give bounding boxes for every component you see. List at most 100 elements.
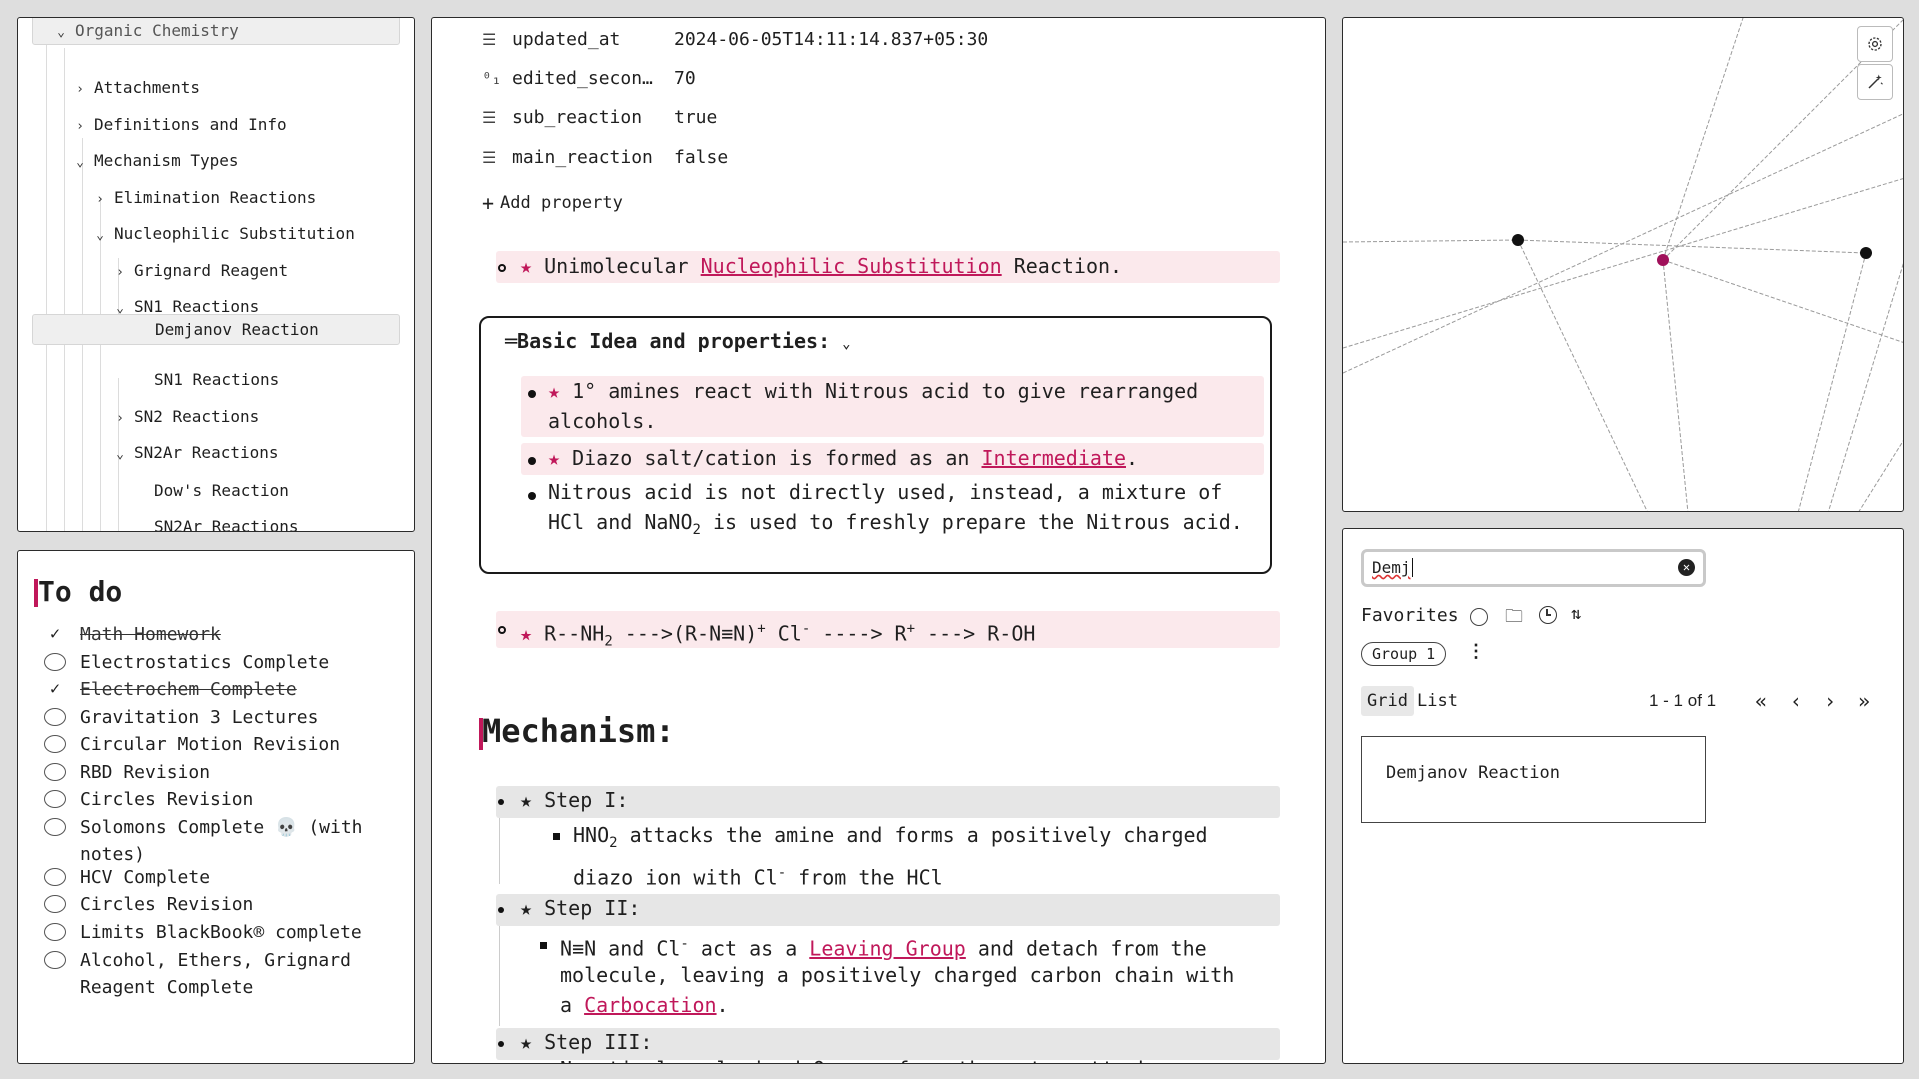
prev-page-icon[interactable]: ‹ <box>1790 686 1802 716</box>
todo-item[interactable]: Electrostatics Complete <box>44 649 396 676</box>
todo-text: Limits BlackBook® complete <box>80 922 362 943</box>
todo-checkbox[interactable] <box>44 895 66 913</box>
checkmark-icon[interactable]: ✓ <box>44 621 66 648</box>
tree-item-mechanism-types[interactable]: ⌄ Mechanism Types <box>72 146 238 176</box>
tree-item-sn1-note[interactable]: SN1 Reactions <box>154 365 279 395</box>
todo-item[interactable]: Circles Revision <box>44 891 396 918</box>
todo-text: Circles Revision <box>80 789 254 810</box>
result-card[interactable]: Demjanov Reaction <box>1361 736 1706 823</box>
tree-item-sn2ar-folder[interactable]: ⌄ SN2Ar Reactions <box>112 438 278 468</box>
clear-search-icon[interactable]: ✕ <box>1678 559 1695 576</box>
property-row[interactable]: ☰ sub_reaction true <box>482 103 717 133</box>
tab-list[interactable]: List <box>1411 686 1464 716</box>
number-icon: ⁰₁ <box>482 69 502 88</box>
todo-checkbox[interactable] <box>44 735 66 753</box>
graph-view-panel[interactable] <box>1342 17 1904 512</box>
graph-node[interactable] <box>1860 247 1872 259</box>
link-carbocation[interactable]: Carbocation <box>584 993 716 1017</box>
todo-item[interactable]: HCV Complete <box>44 864 396 891</box>
last-page-icon[interactable]: » <box>1858 686 1870 716</box>
todo-item[interactable]: Solomons Complete 💀 (with notes) <box>44 814 396 868</box>
link-leaving-group[interactable]: Leaving Group <box>809 937 966 961</box>
bullet <box>498 907 504 913</box>
first-page-icon[interactable]: « <box>1755 686 1767 716</box>
bullet <box>528 492 536 500</box>
text-cursor <box>1411 558 1413 577</box>
property-value[interactable]: 70 <box>674 64 696 94</box>
todo-item[interactable]: RBD Revision <box>44 759 396 786</box>
property-value[interactable]: false <box>674 143 728 173</box>
next-page-icon[interactable]: › <box>1824 686 1836 716</box>
tree-item-dows[interactable]: Dow's Reaction <box>154 476 289 506</box>
todo-item[interactable]: ✓ Math Homework <box>44 621 396 648</box>
bullet <box>528 390 536 398</box>
graph-edge <box>1662 259 1903 343</box>
todo-checkbox[interactable] <box>44 951 66 969</box>
property-value[interactable]: true <box>674 103 717 133</box>
bullet <box>553 833 560 840</box>
todo-checkbox[interactable] <box>44 708 66 726</box>
callout-bullet-3-cont: HCl and NaNO2 is used to freshly prepare… <box>548 510 1243 538</box>
todo-item[interactable]: ✓ Electrochem Complete <box>44 676 396 703</box>
add-property-button[interactable]: + Add property <box>482 188 623 218</box>
todo-panel: To do ✓ Math Homework Electrostatics Compl… <box>17 550 415 1064</box>
callout-bullet-1: ★ 1° amines react with Nitrous acid to g… <box>548 379 1199 403</box>
todo-checkbox[interactable] <box>44 653 66 671</box>
clock-icon[interactable] <box>1539 606 1557 624</box>
todo-checkbox[interactable] <box>44 818 66 836</box>
graph-animate-button[interactable] <box>1857 64 1893 100</box>
graph-canvas[interactable] <box>1343 18 1904 512</box>
callout-title[interactable]: ═Basic Idea and properties: ⌄ <box>505 326 851 359</box>
star-icon: ★ <box>520 896 533 920</box>
property-row[interactable]: ☰ main_reaction false <box>482 143 728 173</box>
graph-edge <box>1662 259 1689 511</box>
line-unimolecular: ★ Unimolecular Nucleophilic Substitution… <box>520 254 1123 278</box>
property-value[interactable]: 2024-06-05T14:11:14.837+05:30 <box>674 25 988 55</box>
checkmark-icon[interactable]: ✓ <box>44 676 66 703</box>
star-icon: ★ <box>520 1030 533 1054</box>
link-intermediate[interactable]: Intermediate <box>982 446 1127 470</box>
tree-item-grignard[interactable]: › Grignard Reagent <box>112 256 288 286</box>
property-row[interactable]: ⁰₁ edited_secon… 70 <box>482 64 696 94</box>
todo-checkbox[interactable] <box>44 868 66 886</box>
todo-item[interactable]: Gravitation 3 Lectures <box>44 704 396 731</box>
graph-edge <box>1517 239 1867 254</box>
tree-item-elimination[interactable]: › Elimination Reactions <box>92 183 316 213</box>
todo-checkbox[interactable] <box>44 790 66 808</box>
list-guide <box>499 808 500 884</box>
bullet <box>498 1041 504 1047</box>
group-chip[interactable]: Group 1 <box>1361 642 1447 666</box>
folder-icon[interactable]: 🗀 <box>1505 604 1523 634</box>
todo-item[interactable]: Alcohol, Ethers, Grignard Reagent Comple… <box>44 947 396 1001</box>
tree-item-nucleophilic-substitution[interactable]: ⌄ Nucleophilic Substitution <box>92 219 355 249</box>
graph-settings-button[interactable] <box>1857 26 1893 62</box>
bullet <box>498 626 506 634</box>
callout-bullet-2: ★ Diazo salt/cation is formed as an Inte… <box>548 446 1139 470</box>
todo-item[interactable]: Circles Revision <box>44 786 396 813</box>
tree-guide <box>64 48 65 531</box>
property-row[interactable]: ☰ updated_at 2024-06-05T14:11:14.837+05:30 <box>482 25 988 55</box>
tree-item-sn2[interactable]: › SN2 Reactions <box>112 402 259 432</box>
link-nucleophilic-substitution[interactable]: Nucleophilic Substitution <box>701 254 1002 278</box>
property-key: edited_secon… <box>512 68 653 89</box>
star-icon: ★ <box>548 446 561 470</box>
favorites-toggle[interactable] <box>1470 608 1488 626</box>
more-options-icon[interactable]: ⋮ <box>1467 641 1485 662</box>
graph-node[interactable] <box>1512 234 1524 246</box>
todo-checkbox[interactable] <box>44 923 66 941</box>
tree-item-demjanov[interactable]: Demjanov Reaction <box>32 314 400 345</box>
graph-node-active[interactable] <box>1657 254 1669 266</box>
todo-item[interactable]: Circular Motion Revision <box>44 731 396 758</box>
sort-icon[interactable]: ⇅ <box>1571 604 1581 624</box>
tree-item-organic-chemistry[interactable]: ⌄ Organic Chemistry <box>32 18 400 45</box>
tree-item-sn2ar-note[interactable]: SN2Ar Reactions <box>154 512 299 531</box>
property-key: updated_at <box>512 29 621 50</box>
tab-grid[interactable]: Grid <box>1361 686 1414 716</box>
todo-text: Electrochem Complete <box>80 679 297 700</box>
search-input[interactable]: Demj ✕ <box>1361 549 1706 587</box>
todo-checkbox[interactable] <box>44 763 66 781</box>
tree-item-attachments[interactable]: › Attachments <box>72 73 200 103</box>
tree-item-definitions[interactable]: › Definitions and Info <box>72 110 287 140</box>
callout-basic-idea: ═Basic Idea and properties: ⌄ ★ 1° amine… <box>479 316 1272 574</box>
todo-item[interactable]: Limits BlackBook® complete <box>44 919 396 946</box>
